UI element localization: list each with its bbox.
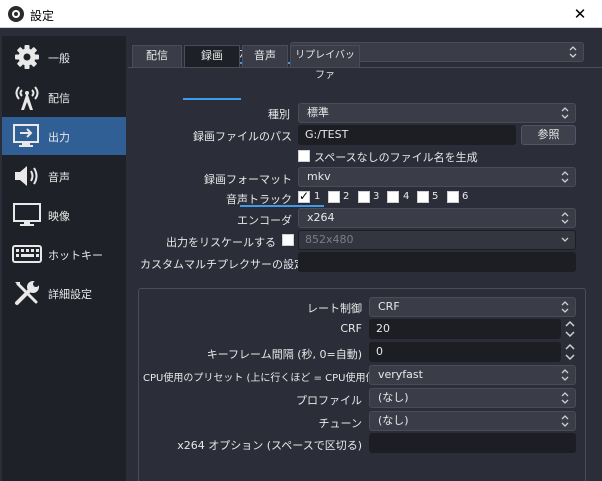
rescale-label: 出力をリスケールする	[166, 236, 276, 249]
audio-track-4-label: 4	[403, 191, 410, 202]
tools-icon	[15, 281, 39, 305]
custom-muxer-input[interactable]	[298, 252, 576, 272]
type-label: 種別	[268, 108, 290, 121]
sidebar-item-hotkeys[interactable]: ホットキー	[2, 235, 126, 273]
sidebar-item-advanced[interactable]: 詳細設定	[2, 274, 126, 312]
updown-arrow-icon	[561, 415, 569, 427]
recording-path-input[interactable]: G:/TEST	[298, 125, 516, 145]
keyboard-icon	[12, 245, 42, 263]
sidebar-item-label: 音声	[48, 171, 70, 184]
sidebar-item-label: 出力	[48, 131, 70, 144]
profile-value: (なし)	[378, 391, 409, 404]
broadcast-icon	[15, 86, 39, 110]
audio-track-3-checkbox[interactable]	[358, 191, 370, 203]
encoder-value: x264	[307, 211, 335, 224]
tab-stream[interactable]: 配信	[132, 45, 182, 67]
audio-track-1-checkbox[interactable]	[298, 189, 310, 203]
cpu-preset-label: CPU使用のプリセット (上に行くほど = CPU使用低い)	[143, 373, 390, 384]
speaker-icon	[15, 166, 38, 186]
tune-label: チューン	[318, 417, 362, 430]
no-space-filename-label: スペースなしのファイル名を生成	[314, 151, 478, 164]
crf-spinner-icon[interactable]	[564, 319, 576, 339]
sidebar-item-label: 詳細設定	[48, 288, 92, 301]
audio-track-6-label: 6	[462, 191, 469, 202]
tab-recording[interactable]: 録画	[184, 45, 240, 67]
sidebar-item-output[interactable]: 出力	[2, 117, 126, 155]
updown-arrow-icon	[561, 369, 569, 381]
no-space-filename-checkbox[interactable]	[298, 150, 310, 162]
rate-control-select[interactable]: CRF	[369, 297, 576, 317]
keyframe-interval-label: キーフレーム間隔 (秒, 0=自動)	[206, 348, 362, 361]
type-value: 標準	[307, 106, 329, 119]
audio-track-4-checkbox[interactable]	[387, 191, 399, 203]
audio-track-5-checkbox[interactable]	[417, 191, 429, 203]
updown-arrow-icon	[561, 392, 569, 404]
updown-arrow-icon	[561, 212, 569, 224]
type-select[interactable]: 標準	[298, 103, 576, 123]
rescale-checkbox[interactable]	[282, 234, 294, 246]
cpu-preset-select[interactable]: veryfast	[369, 365, 576, 385]
sidebar-item-label: ホットキー	[48, 249, 103, 262]
profile-select[interactable]: (なし)	[369, 388, 576, 408]
audio-track-3-label: 3	[373, 191, 380, 202]
updown-arrow-icon	[561, 171, 569, 183]
audio-track-highlight	[240, 205, 324, 207]
sidebar-item-video[interactable]: 映像	[2, 196, 126, 234]
close-button[interactable]: ✕	[558, 0, 602, 28]
keyframe-interval-input[interactable]: 0	[369, 342, 561, 362]
obs-logo-icon	[8, 6, 24, 22]
profile-label: プロファイル	[296, 394, 362, 407]
crf-label: CRF	[340, 322, 362, 335]
sidebar-item-label: 一般	[48, 52, 70, 65]
recording-path-label: 録画ファイルのパス	[193, 130, 292, 143]
tune-value: (なし)	[378, 414, 409, 427]
keyframe-spinner-icon[interactable]	[564, 342, 576, 362]
tab-audio[interactable]: 音声	[242, 45, 288, 67]
encoder-label: エンコーダ	[237, 214, 292, 227]
cpu-preset-value: veryfast	[378, 368, 423, 381]
audio-track-2-checkbox[interactable]	[328, 191, 340, 203]
updown-arrow-icon	[561, 301, 569, 313]
rate-control-label: レート制御	[307, 302, 362, 315]
rescale-resolution-value: 852x480	[305, 233, 354, 246]
tab-highlight	[183, 98, 241, 100]
recording-format-select[interactable]: mkv	[298, 167, 576, 187]
output-icon	[13, 124, 39, 147]
sidebar-item-audio[interactable]: 音声	[2, 157, 126, 195]
audio-track-5-label: 5	[432, 191, 439, 202]
browse-button[interactable]: 参照	[521, 125, 576, 145]
sidebar-item-label: 配信	[48, 92, 70, 105]
sidebar-item-stream[interactable]: 配信	[2, 78, 126, 116]
audio-track-6-checkbox[interactable]	[447, 191, 459, 203]
tab-replay-buffer[interactable]: リプレイバッファ	[290, 45, 360, 81]
sidebar-item-label: 映像	[48, 210, 70, 223]
sidebar-item-general[interactable]: 一般	[2, 38, 126, 76]
tune-select[interactable]: (なし)	[369, 411, 576, 431]
crf-input[interactable]: 20	[369, 319, 561, 339]
x264-options-input[interactable]	[369, 433, 576, 453]
updown-arrow-icon	[569, 46, 577, 58]
tab-divider	[128, 67, 602, 68]
title-bar: 設定 ✕	[0, 0, 602, 28]
recording-format-label: 録画フォーマット	[204, 173, 292, 186]
encoder-select[interactable]: x264	[298, 208, 576, 228]
monitor-icon	[13, 203, 41, 226]
gear-icon	[15, 45, 39, 69]
settings-sidebar: 一般 配信 出力 音声 映像 ホットキー 詳細設定	[2, 36, 126, 481]
rescale-resolution-select: 852x480	[298, 230, 576, 250]
audio-track-2-label: 2	[343, 191, 350, 202]
updown-arrow-icon	[561, 107, 569, 119]
chevron-down-icon	[561, 237, 569, 242]
window-title: 設定	[30, 9, 55, 23]
x264-options-label: x264 オプション (スペースで区切る)	[177, 439, 362, 452]
rate-control-value: CRF	[378, 300, 400, 313]
audio-track-1-label: 1	[314, 191, 321, 202]
custom-muxer-label: カスタムマルチプレクサーの設定	[140, 258, 305, 271]
recording-format-value: mkv	[307, 170, 331, 183]
